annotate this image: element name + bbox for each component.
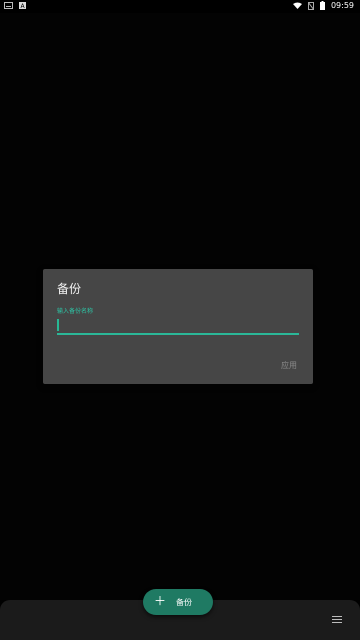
battery-icon <box>319 1 325 10</box>
text-cursor <box>57 319 59 331</box>
keyboard-icon <box>4 2 13 9</box>
apply-button[interactable]: 应用 <box>279 358 299 373</box>
menu-line <box>332 619 342 620</box>
plus-icon: ＋ <box>154 594 167 608</box>
menu-line <box>332 616 342 617</box>
dialog-title: 备份 <box>57 282 82 296</box>
input-underline <box>57 333 299 335</box>
backup-fab-button[interactable]: ＋ 备份 <box>143 589 213 615</box>
status-right-icons: 09:59 <box>292 1 354 10</box>
wifi-icon <box>292 2 302 9</box>
backup-dialog: 备份 输入备份名称 应用 <box>43 269 313 384</box>
a-notification-icon: A <box>19 2 26 9</box>
status-time: 09:59 <box>330 1 354 10</box>
no-sim-icon <box>307 1 314 10</box>
backup-name-input[interactable] <box>57 317 303 333</box>
fab-label: 备份 <box>176 598 192 607</box>
menu-icon[interactable] <box>332 616 342 624</box>
status-bar: A 09:59 <box>0 0 360 13</box>
backup-name-label: 输入备份名称 <box>57 308 94 315</box>
menu-line <box>332 622 342 623</box>
status-left-icons: A <box>4 2 26 9</box>
